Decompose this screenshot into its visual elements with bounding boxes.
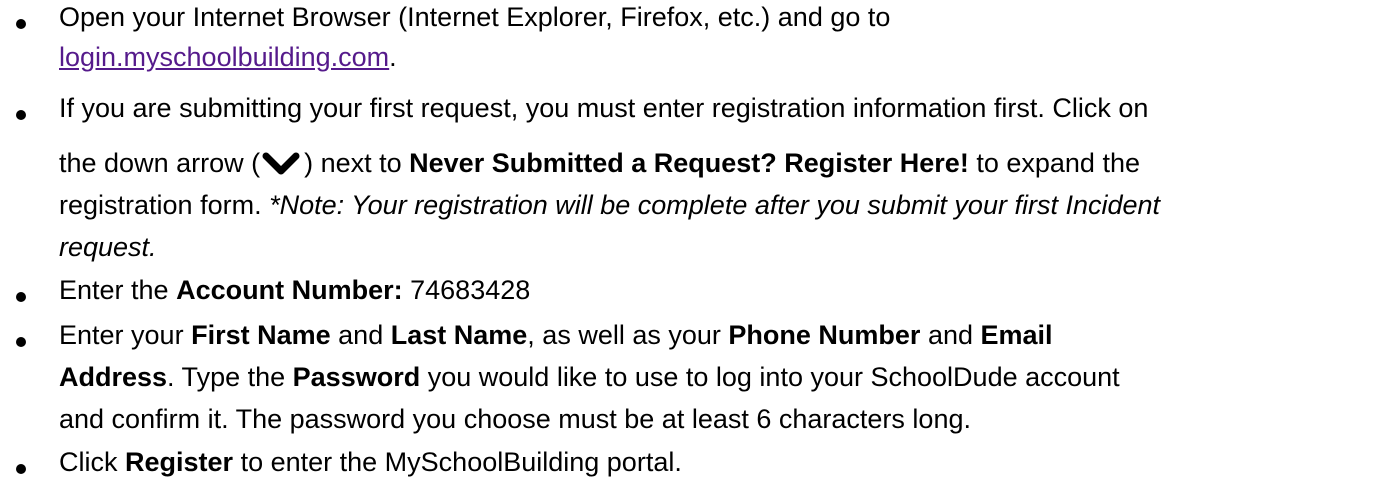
step-2-line-3: registration form. *Note: Your registrat… [59, 190, 1161, 220]
step-3-line-1: Enter the Account Number: 74683428 [59, 275, 531, 305]
step-2-line-2: the down arrow () next to Never Submitte… [59, 148, 1140, 183]
bullet-icon [16, 110, 26, 120]
step-4-line-2: Address. Type the Password you would lik… [59, 362, 1120, 392]
step-4-line-3: and confirm it. The password you choose … [59, 404, 971, 434]
step-1-line-2: login.myschoolbuilding.com. [59, 42, 397, 72]
step-5-line-1: Click Register to enter the MySchoolBuil… [59, 447, 682, 477]
bullet-icon [16, 292, 26, 302]
step-1-line-1: Open your Internet Browser (Internet Exp… [59, 2, 891, 32]
step-2-line-1: If you are submitting your first request… [59, 93, 1149, 123]
bullet-icon [16, 19, 26, 29]
login-link[interactable]: login.myschoolbuilding.com [59, 42, 389, 72]
chevron-down-icon [262, 152, 300, 183]
account-number-value: 74683428 [410, 275, 531, 305]
step-2-line-4: request. [59, 232, 157, 262]
bullet-icon [16, 337, 26, 347]
bullet-icon [16, 464, 26, 474]
step-4-line-1: Enter your First Name and Last Name, as … [59, 320, 1053, 350]
